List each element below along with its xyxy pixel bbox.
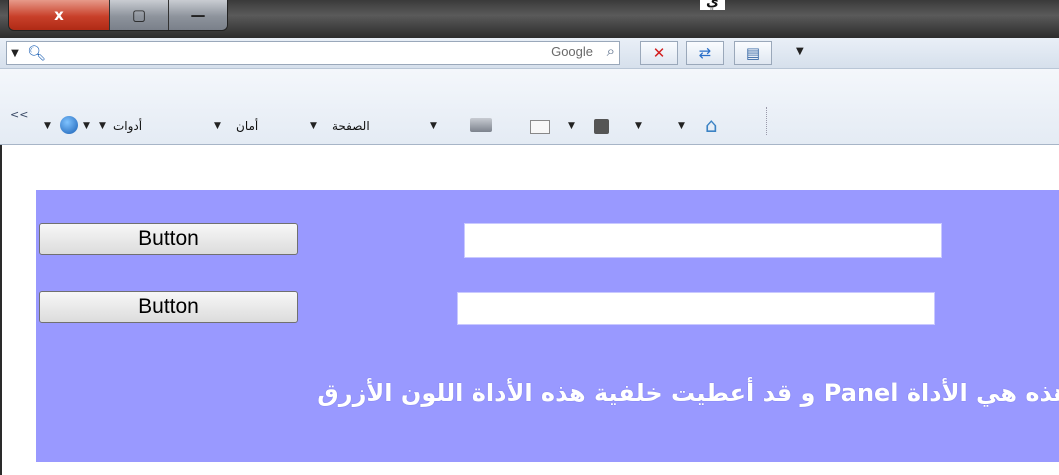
safety-menu[interactable]: أمان [236, 119, 258, 133]
safety-dropdown-arrow[interactable]: ▼ [214, 121, 221, 131]
panel-description: هذه هي الأداة Panel و قد أعطيت خلفية هذه… [80, 378, 1059, 409]
help-dropdown[interactable]: ▼ [44, 121, 51, 131]
panel-text-prefix: هذه هي الأداة [898, 379, 1059, 407]
print-icon[interactable] [470, 118, 492, 132]
overflow-chevron-icon[interactable]: << [10, 108, 28, 121]
panel-text-suffix: و قد أعطيت خلفية هذه الأداة اللون الأزرق [317, 379, 824, 407]
page-dropdown-arrow[interactable]: ▼ [310, 121, 317, 131]
print-dropdown-arrow[interactable]: ▼ [430, 121, 437, 131]
textbox-2[interactable] [457, 292, 935, 325]
mail-dropdown-arrow[interactable]: ▼ [568, 121, 575, 131]
tools-dropdown-arrow[interactable]: ▼ [99, 121, 106, 131]
minimize-button[interactable]: — [169, 0, 227, 30]
mail-icon[interactable] [530, 120, 550, 134]
restore-button[interactable]: ▢ [110, 0, 169, 30]
home-icon[interactable]: ⌂ [705, 113, 718, 137]
help-dropdown-arrow[interactable]: ▼ [83, 121, 90, 131]
search-provider-dropdown[interactable]: ▼ [7, 48, 23, 59]
search-box[interactable]: ▼ 🔍︎ Google ⌕ [6, 41, 620, 65]
refresh-icon[interactable]: ⇄ [686, 41, 724, 65]
caption-buttons: x ▢ — [8, 0, 228, 31]
panel-keyword: Panel [823, 379, 899, 407]
toolbar-separator [766, 107, 768, 135]
page-menu[interactable]: الصفحة [332, 119, 370, 133]
textbox-1[interactable] [464, 223, 942, 258]
help-icon[interactable] [60, 116, 78, 134]
toolbar-dropdown[interactable]: ▼ [796, 46, 804, 57]
button-2[interactable]: Button [39, 291, 298, 323]
search-go-icon[interactable]: ⌕ [607, 42, 615, 60]
feeds-dropdown-arrow[interactable]: ▼ [635, 121, 642, 131]
title-bar: x ▢ — ي [0, 0, 1059, 38]
button-1[interactable]: Button [39, 223, 298, 255]
stop-icon[interactable]: ✕ [640, 41, 678, 65]
home-dropdown-arrow[interactable]: ▼ [678, 121, 685, 131]
search-input[interactable]: Google [551, 44, 593, 59]
window-title: ي [700, 0, 725, 10]
command-bar: << ▼ ▼ ▼ أدوات ▼ أمان ▼ الصفحة ▼ ▼ ▼ ▼ ⌂ [0, 69, 1059, 145]
feeds-icon[interactable] [594, 119, 609, 134]
tools-menu[interactable]: أدوات [113, 119, 142, 133]
compatibility-icon[interactable]: ▤ [734, 41, 772, 65]
search-icon: 🔍︎ [27, 44, 47, 62]
search-toolbar: ▼ 🔍︎ Google ⌕ ✕ ⇄ ▤ ▼ [0, 38, 1059, 69]
close-button[interactable]: x [9, 0, 110, 30]
